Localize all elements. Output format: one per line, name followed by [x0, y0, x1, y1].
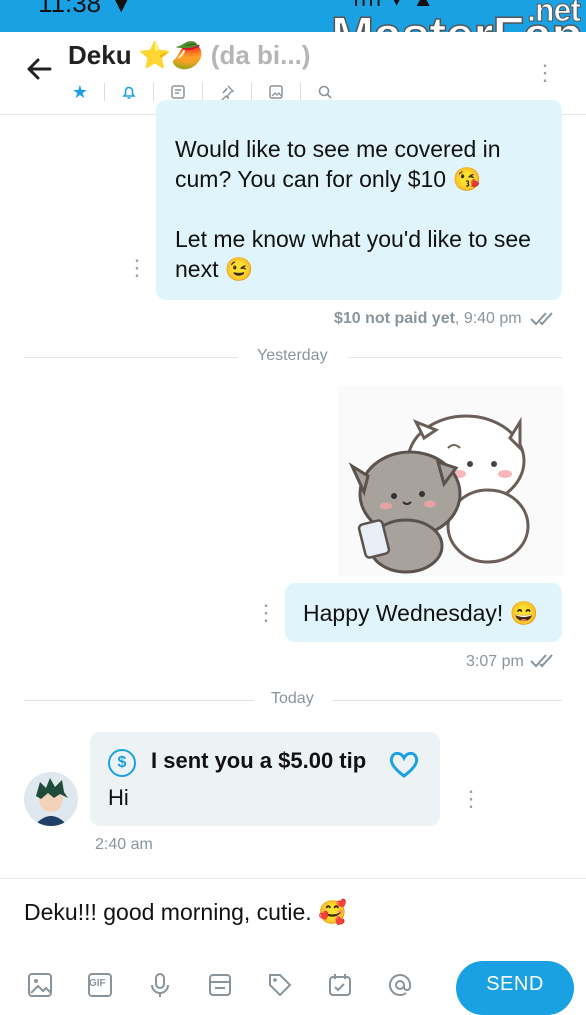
divider	[251, 83, 252, 101]
divider-line	[348, 357, 562, 358]
image-icon[interactable]	[24, 971, 56, 1001]
tip-label: I sent you a $5.00 tip	[151, 748, 367, 773]
message-line: Let me know what you'd like to see	[175, 226, 531, 252]
send-button[interactable]: SEND	[456, 961, 574, 1015]
divider-line	[24, 357, 238, 358]
message-text: Happy Wednesday! 😄	[303, 600, 539, 626]
status-time: 11:38 ▼	[38, 0, 135, 18]
divider-line	[24, 700, 254, 701]
gif-label: GIF	[89, 978, 106, 989]
read-receipt-icon	[530, 310, 558, 333]
chat-title[interactable]: Deku ⭐🥭 (da bi...)	[68, 40, 310, 71]
divider	[300, 83, 301, 101]
message-line: next 😉	[175, 256, 254, 282]
vault-icon[interactable]	[204, 971, 236, 1001]
back-arrow-icon[interactable]	[24, 54, 54, 92]
message-line: Would like to see me covered in	[175, 136, 501, 162]
message-options-icon[interactable]: ⋮	[255, 602, 277, 624]
message-bubble-outgoing[interactable]: Happy Wednesday! 😄	[285, 583, 562, 642]
read-receipt-icon	[530, 652, 558, 675]
message-text: Hi	[108, 785, 129, 810]
message-line	[175, 194, 531, 224]
message-time: , 9:40 pm	[454, 310, 522, 327]
payment-status: $10 not paid yet	[334, 310, 455, 327]
schedule-icon[interactable]	[324, 971, 356, 1001]
message-options-icon[interactable]: ⋮	[126, 257, 148, 279]
avatar[interactable]	[24, 772, 78, 826]
message-time: 2:40 am	[95, 836, 153, 853]
message-bubble-outgoing[interactable]: Would like to see me covered in cum? You…	[156, 100, 562, 300]
date-divider: Yesterday	[257, 347, 328, 364]
heart-icon	[388, 750, 420, 783]
contact-emoji: ⭐🥭	[138, 40, 204, 70]
price-tag-icon[interactable]	[264, 971, 296, 1001]
composer-toolbar: GIF	[24, 971, 444, 1001]
message-composer: Deku!!! good morning, cutie. 🥰 GIF SEND	[0, 878, 586, 1015]
message-meta: $10 not paid yet, 9:40 pm	[334, 310, 522, 328]
cat-sticker-image[interactable]	[338, 386, 563, 576]
message-input[interactable]: Deku!!! good morning, cutie. 🥰	[24, 899, 347, 926]
mic-icon[interactable]	[144, 971, 176, 1001]
divider-line	[332, 700, 562, 701]
contact-name: Deku	[68, 40, 132, 70]
bell-icon[interactable]	[117, 80, 141, 104]
more-options-icon[interactable]: ⋮	[534, 60, 556, 86]
contact-nickname: (da bi...)	[210, 40, 311, 70]
gif-icon[interactable]: GIF	[84, 971, 116, 1001]
dollar-circle-icon: $	[108, 749, 136, 777]
mention-icon[interactable]	[384, 971, 416, 1001]
divider	[153, 83, 154, 101]
star-icon[interactable]: ★	[68, 80, 92, 104]
watermark-suffix: .net	[527, 0, 582, 29]
message-line: cum? You can for only $10 😘	[175, 166, 482, 192]
date-divider: Today	[271, 690, 314, 707]
message-time: 3:07 pm	[466, 653, 524, 670]
divider	[104, 83, 105, 101]
message-options-icon[interactable]: ⋮	[460, 788, 482, 810]
divider	[202, 83, 203, 101]
